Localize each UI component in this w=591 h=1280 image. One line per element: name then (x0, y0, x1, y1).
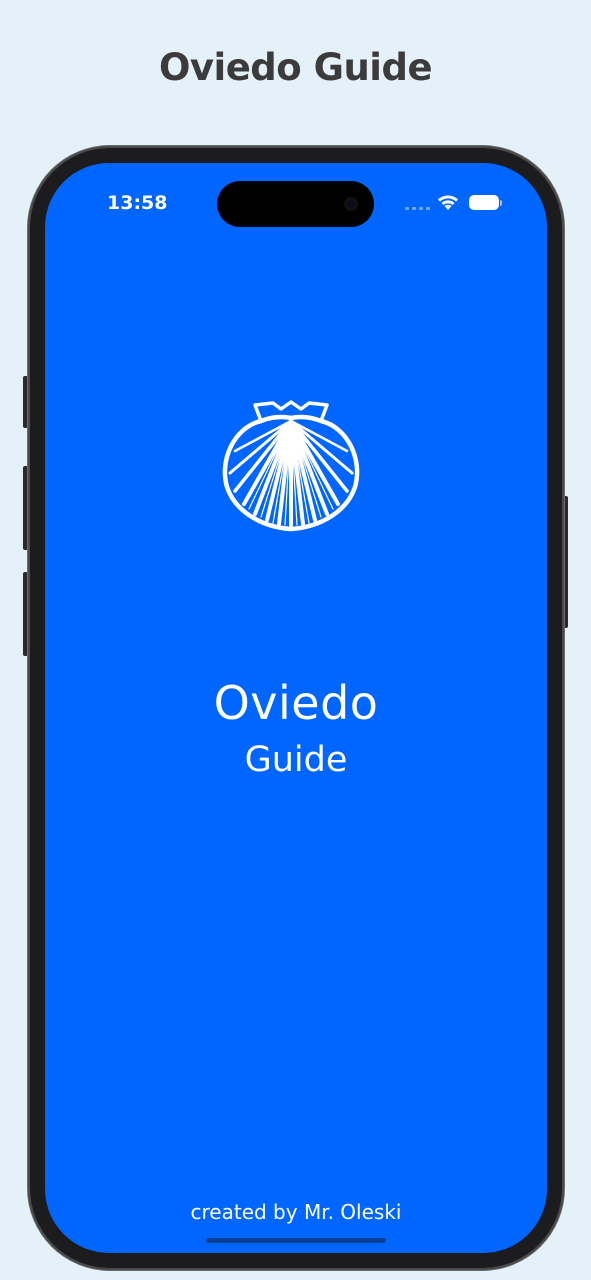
battery-cap (500, 200, 502, 206)
splash-screen[interactable]: 13:58 Oviedo Guide created by Mr. Oleski (45, 163, 547, 1253)
battery-icon (469, 195, 499, 210)
home-indicator[interactable] (206, 1238, 386, 1243)
app-subtitle: Guide (244, 740, 348, 780)
dynamic-island (217, 181, 374, 227)
credit-text: created by Mr. Oleski (190, 1200, 402, 1224)
cellular-signal-icon (405, 207, 430, 210)
scallop-shell-icon (222, 400, 360, 532)
page-headline: Oviedo Guide (158, 46, 433, 89)
app-title: Oviedo (213, 676, 379, 730)
camera-icon (344, 197, 358, 211)
status-time: 13:58 (107, 192, 168, 214)
wifi-icon (438, 195, 458, 210)
page: Oviedo Guide 13:58 Oviedo Guide created … (0, 0, 591, 1280)
